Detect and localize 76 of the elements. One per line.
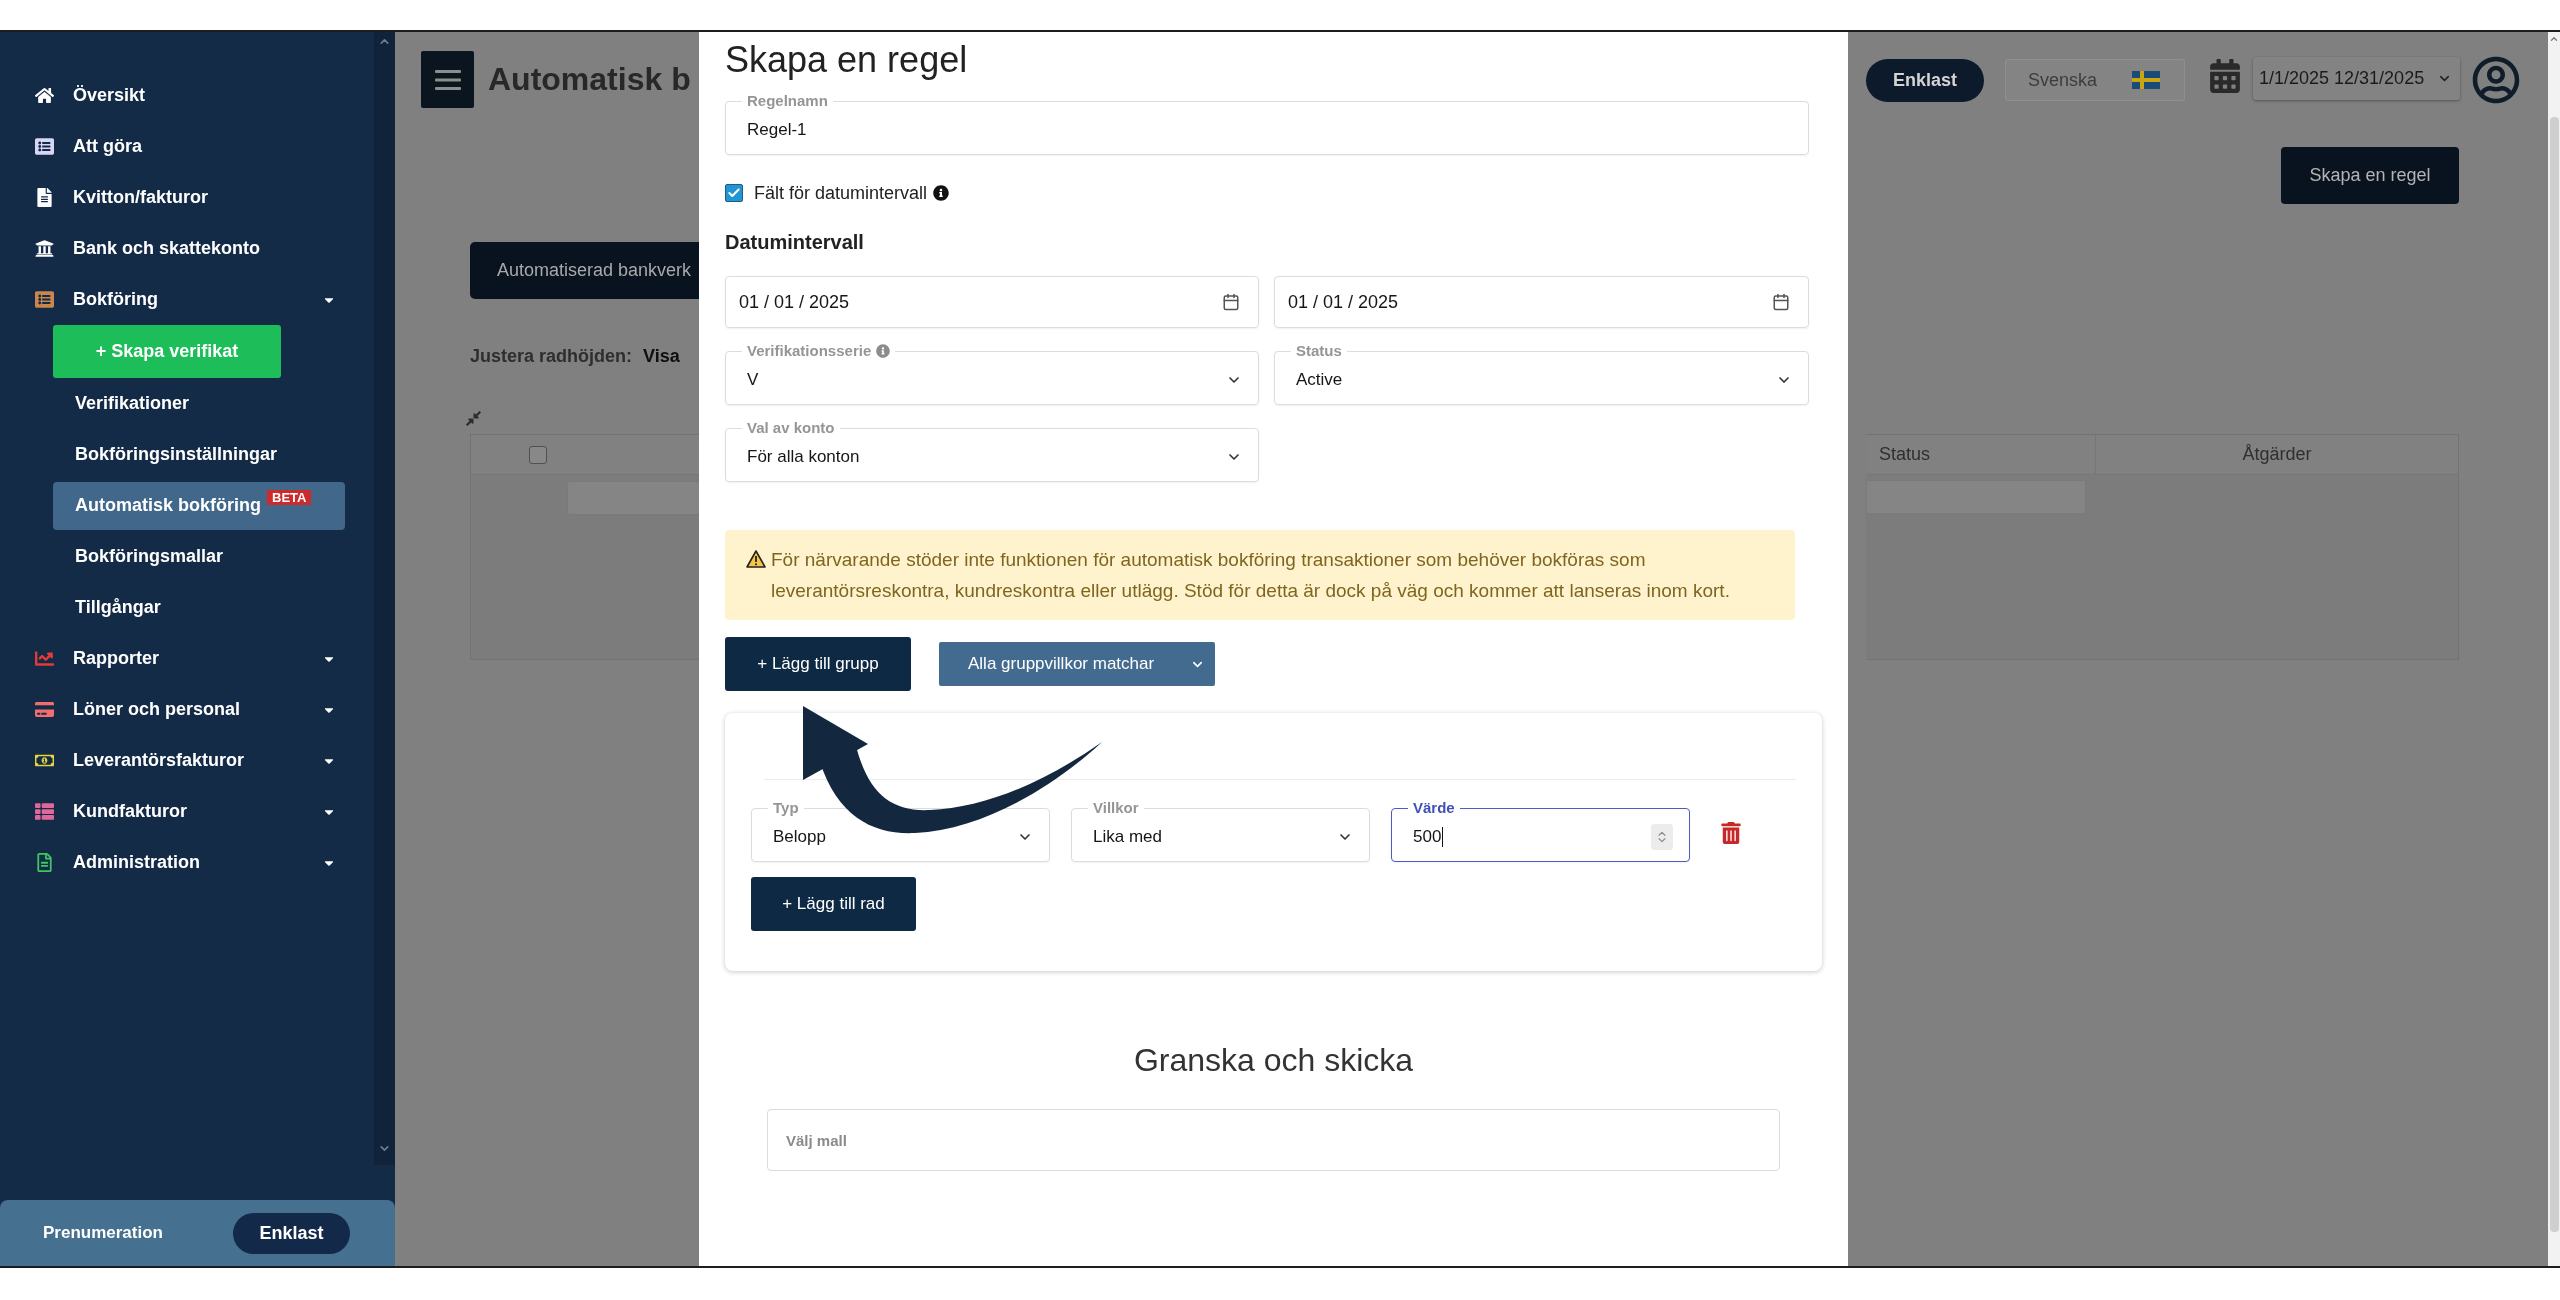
sidebar-item[interactable]: Löner och personal: [0, 684, 374, 735]
field-label: Verifikationsserie: [747, 342, 872, 360]
page-title: Automatisk b: [488, 61, 691, 98]
add-group-button[interactable]: + Lägg till grupp: [725, 637, 911, 691]
add-row-button[interactable]: + Lägg till rad: [751, 877, 916, 931]
credit-card-icon: [35, 700, 54, 719]
field-label: Status: [1296, 342, 1342, 360]
sidebar-item[interactable]: Bokföringsmallar: [53, 532, 345, 581]
calendar-icon[interactable]: [1772, 293, 1790, 311]
sidebar-item[interactable]: Kundfakturor: [0, 786, 374, 837]
match-mode-select[interactable]: Alla gruppvillkor matchar: [939, 642, 1215, 686]
section-heading: Datumintervall: [725, 230, 864, 254]
sidebar-item[interactable]: Verifikationer: [53, 379, 345, 428]
dialog-title: Skapa en regel: [725, 40, 968, 80]
compress-icon[interactable]: [465, 410, 482, 427]
sidebar-item[interactable]: Bokföringsinställningar: [53, 430, 345, 479]
avatar-icon[interactable]: [2472, 56, 2520, 104]
line-chart-icon: [35, 649, 54, 668]
document-icon: [35, 853, 54, 872]
sidebar-item[interactable]: Bokföring: [0, 274, 374, 325]
calendar-icon[interactable]: [1222, 293, 1240, 311]
scroll-up-icon[interactable]: [2549, 34, 2559, 44]
dropdown-field[interactable]: Val av konto För alla konton: [725, 419, 1259, 482]
field-label: Regelnamn: [747, 92, 828, 110]
menu-icon: [434, 69, 461, 90]
spinner-icon[interactable]: [1651, 824, 1673, 850]
condition-select[interactable]: Villkor Lika med: [1071, 799, 1370, 862]
value-field[interactable]: Värde 500: [1391, 799, 1690, 862]
trash-icon[interactable]: [1720, 822, 1742, 844]
date-field[interactable]: 01 / 01 / 2025: [725, 276, 1259, 328]
sidebar-item[interactable]: Automatisk bokföring BETA: [53, 481, 345, 530]
field-label: Typ: [773, 799, 799, 817]
field-label: Val av konto: [747, 419, 835, 437]
list-icon: [35, 802, 54, 821]
dropdown-field[interactable]: Verifikationsserie V: [725, 342, 1259, 405]
sidebar-item[interactable]: Administration: [0, 837, 374, 888]
list-icon: [35, 290, 54, 309]
check-icon: [727, 186, 741, 200]
document-icon: [35, 188, 54, 207]
home-icon: [35, 86, 54, 105]
sidebar-item[interactable]: Att göra: [0, 121, 374, 172]
field-label: Villkor: [1093, 799, 1139, 817]
plan-button[interactable]: Enklast: [233, 1212, 350, 1254]
section-heading: Granska och skicka: [1133, 1042, 1414, 1078]
checkbox[interactable]: [725, 184, 743, 202]
date-field[interactable]: 01 / 01 / 2025: [1274, 276, 1809, 328]
row-height-option[interactable]: Visa: [643, 345, 680, 367]
create-rule-button[interactable]: Skapa en regel: [2281, 147, 2459, 204]
warning-text: För närvarande stöder inte funktionen för automatisk bokföring transaktioner som behöver bokföras som leverantörsreskontra, kundreskontra eller utlägg. Stöd för detta är dock på väg och kommer att lanseras inom kort.: [771, 548, 1731, 603]
beta-badge: BETA: [267, 490, 312, 505]
text-cursor: [1442, 827, 1444, 847]
sidebar-item[interactable]: Leverantörsfakturor: [0, 735, 374, 786]
subscription-label: Prenumeration: [43, 1223, 163, 1243]
list-icon: [35, 137, 54, 156]
tab-button[interactable]: Automatiserad bankverk: [470, 242, 699, 299]
sidebar-item[interactable]: Kvitton/fakturor: [0, 172, 374, 223]
filter-field[interactable]: [567, 481, 699, 515]
date-range-select[interactable]: 1/1/2025 12/31/2025: [2253, 56, 2460, 100]
checkbox-label: Fält för datumintervall: [754, 182, 928, 204]
scrollbar-thumb[interactable]: [2549, 117, 2559, 1232]
header-checkbox[interactable]: [529, 445, 547, 464]
sidebar-item[interactable]: Översikt: [0, 70, 374, 121]
warning-icon: [746, 550, 766, 568]
column-header: Åtgärder: [2095, 435, 2458, 474]
plan-badge: Enklast: [1866, 58, 1984, 102]
sidebar-item[interactable]: Tillgångar: [53, 583, 345, 632]
row-height-label: Justera radhöjden:: [470, 345, 633, 367]
bank-icon: [35, 239, 54, 258]
flag-icon: [2132, 71, 2160, 89]
sidebar-item[interactable]: Rapporter: [0, 633, 374, 684]
field-label: Värde: [1413, 799, 1455, 817]
sidebar-item[interactable]: Bank och skattekonto: [0, 223, 374, 274]
menu-button[interactable]: [421, 51, 474, 108]
column-header: Status: [1878, 443, 1932, 466]
rule-name-field[interactable]: Regelnamn Regel-1: [725, 92, 1809, 155]
calendar-icon[interactable]: [2208, 59, 2242, 93]
